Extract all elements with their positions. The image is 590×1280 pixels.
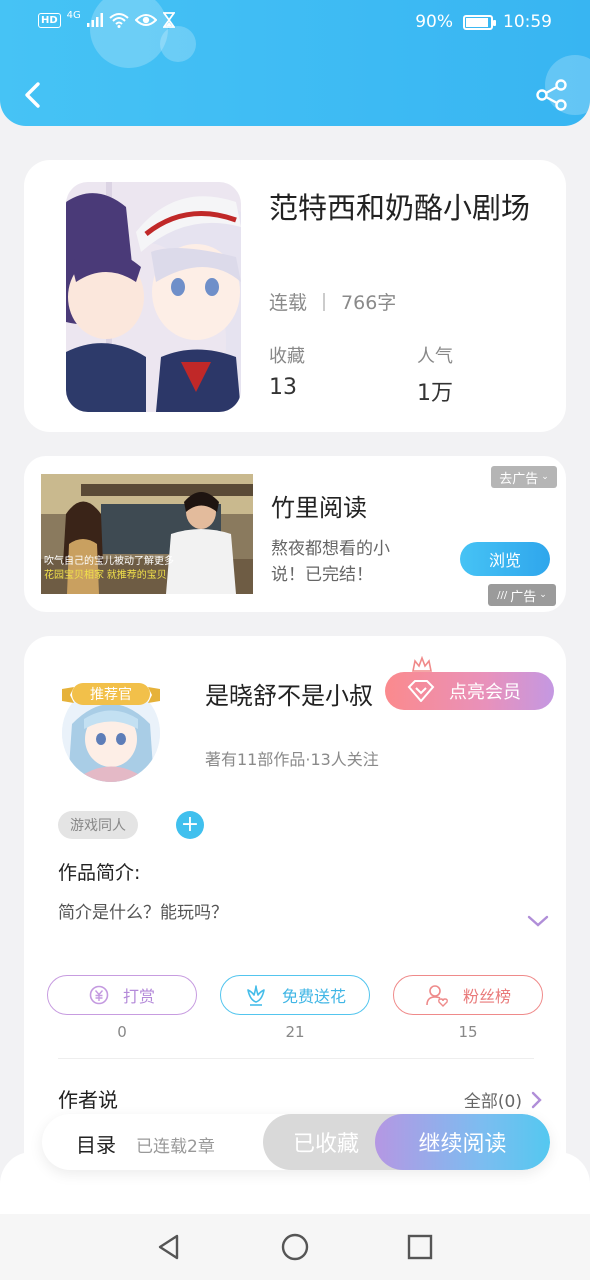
ad-image-caption: 吹气自己的宝儿被动了解更多 [44,554,174,567]
diamond-icon [407,680,435,702]
bottom-action-bar: 目录 已连载2章 已收藏 继续阅读 [42,1114,550,1170]
ad-network-icon: /// [497,589,508,601]
ad-card[interactable]: 吹气自己的宝儿被动了解更多 花园宝贝相家 就推荐的宝贝 竹里阅读 熬夜都想看的小… [24,456,566,612]
hd-indicator: HD [38,12,61,28]
back-triangle-icon[interactable] [152,1230,186,1264]
fans-icon [426,985,448,1007]
send-flower-button[interactable]: 免费送花 [220,975,370,1015]
flower-count: 21 [285,1023,305,1041]
chevron-down-icon: ⌄ [539,590,547,600]
coin-icon [89,985,109,1005]
activate-vip-button[interactable]: 点亮会员 [385,672,554,710]
chevron-left-icon[interactable] [18,76,52,114]
clock: 10:59 [503,12,552,32]
popularity-value: 1万 [417,381,453,406]
ad-label[interactable]: /// 广告 ⌄ [488,584,556,606]
share-icon[interactable] [534,77,570,113]
book-cover[interactable] [66,182,241,412]
ad-title: 竹里阅读 [271,494,367,522]
popularity-label: 人气 [417,346,453,367]
fans-count: 15 [458,1023,478,1041]
battery-icon [463,14,496,30]
recommender-badge: 推荐官 [62,683,160,705]
favorites-value: 13 [269,375,297,400]
table-of-contents-button[interactable]: 目录 [76,1129,116,1158]
fans-ranking-label: 粉丝榜 [462,987,511,1006]
author-stats: 著有11部作品·13人关注 [205,750,379,769]
remove-ad-label: 去广告 [499,471,539,487]
continue-reading-button[interactable]: 继续阅读 [375,1114,550,1170]
recommender-badge-text: 推荐官 [90,686,132,702]
author-says-title: 作者说 [58,1088,118,1112]
signal-icon [86,13,103,27]
network-type: 4G [66,9,81,21]
view-all-label: 全部(0) [463,1092,522,1112]
system-navigation-bar [0,1214,590,1280]
hourglass-icon [162,12,175,28]
home-circle-icon[interactable] [278,1230,312,1264]
chapters-count: 已连载2章 [136,1137,215,1157]
book-status: 连载 [269,292,308,314]
remove-ad-button[interactable]: 去广告 ⌄ [491,466,557,488]
ad-description: 熬夜都想看的小说！已完结！ [271,539,390,585]
eye-icon [134,14,157,26]
book-meta: 连载 766字 [269,288,396,315]
intro-text: 简介是什么？能玩吗？ [58,903,228,923]
chevron-right-icon [531,1091,542,1108]
send-flower-label: 免费送花 [281,987,346,1006]
add-tag-button[interactable]: + [176,811,204,839]
book-info-card: 范特西和奶酪小剧场 连载 766字 收藏 13 人气 1万 [24,160,566,432]
wifi-icon [109,13,129,28]
tip-button[interactable]: 打赏 [47,975,197,1015]
ad-image-caption: 花园宝贝相家 就推荐的宝贝 [44,568,167,581]
tip-count: 0 [117,1023,127,1041]
genre-tag[interactable]: 游戏同人 [58,811,138,839]
favorites-label: 收藏 [269,346,305,367]
ad-label-text: 广告 [510,589,537,605]
book-title: 范特西和奶酪小剧场 [269,191,531,225]
chevron-down-icon: ⌄ [541,472,549,482]
ad-image[interactable]: 吹气自己的宝儿被动了解更多 花园宝贝相家 就推荐的宝贝 [41,474,253,594]
recents-square-icon[interactable] [403,1230,437,1264]
divider [58,1058,534,1059]
battery-percent: 90% [415,12,453,32]
intro-title: 作品简介: [58,862,141,884]
view-all-link[interactable]: 全部(0) [464,1087,542,1112]
fans-ranking-button[interactable]: 粉丝榜 [393,975,543,1015]
chevron-down-icon[interactable] [527,914,549,928]
browse-button[interactable]: 浏览 [460,542,550,576]
tip-label: 打赏 [122,987,155,1006]
flower-icon [247,985,265,1006]
word-count: 766字 [341,292,397,314]
author-name[interactable]: 是晓舒不是小叔 [205,676,373,711]
header: HD 4G 90% 10:59 [0,0,590,126]
divider [323,292,326,311]
status-bar: HD 4G 90% 10:59 [0,0,590,50]
vip-label: 点亮会员 [449,682,521,703]
